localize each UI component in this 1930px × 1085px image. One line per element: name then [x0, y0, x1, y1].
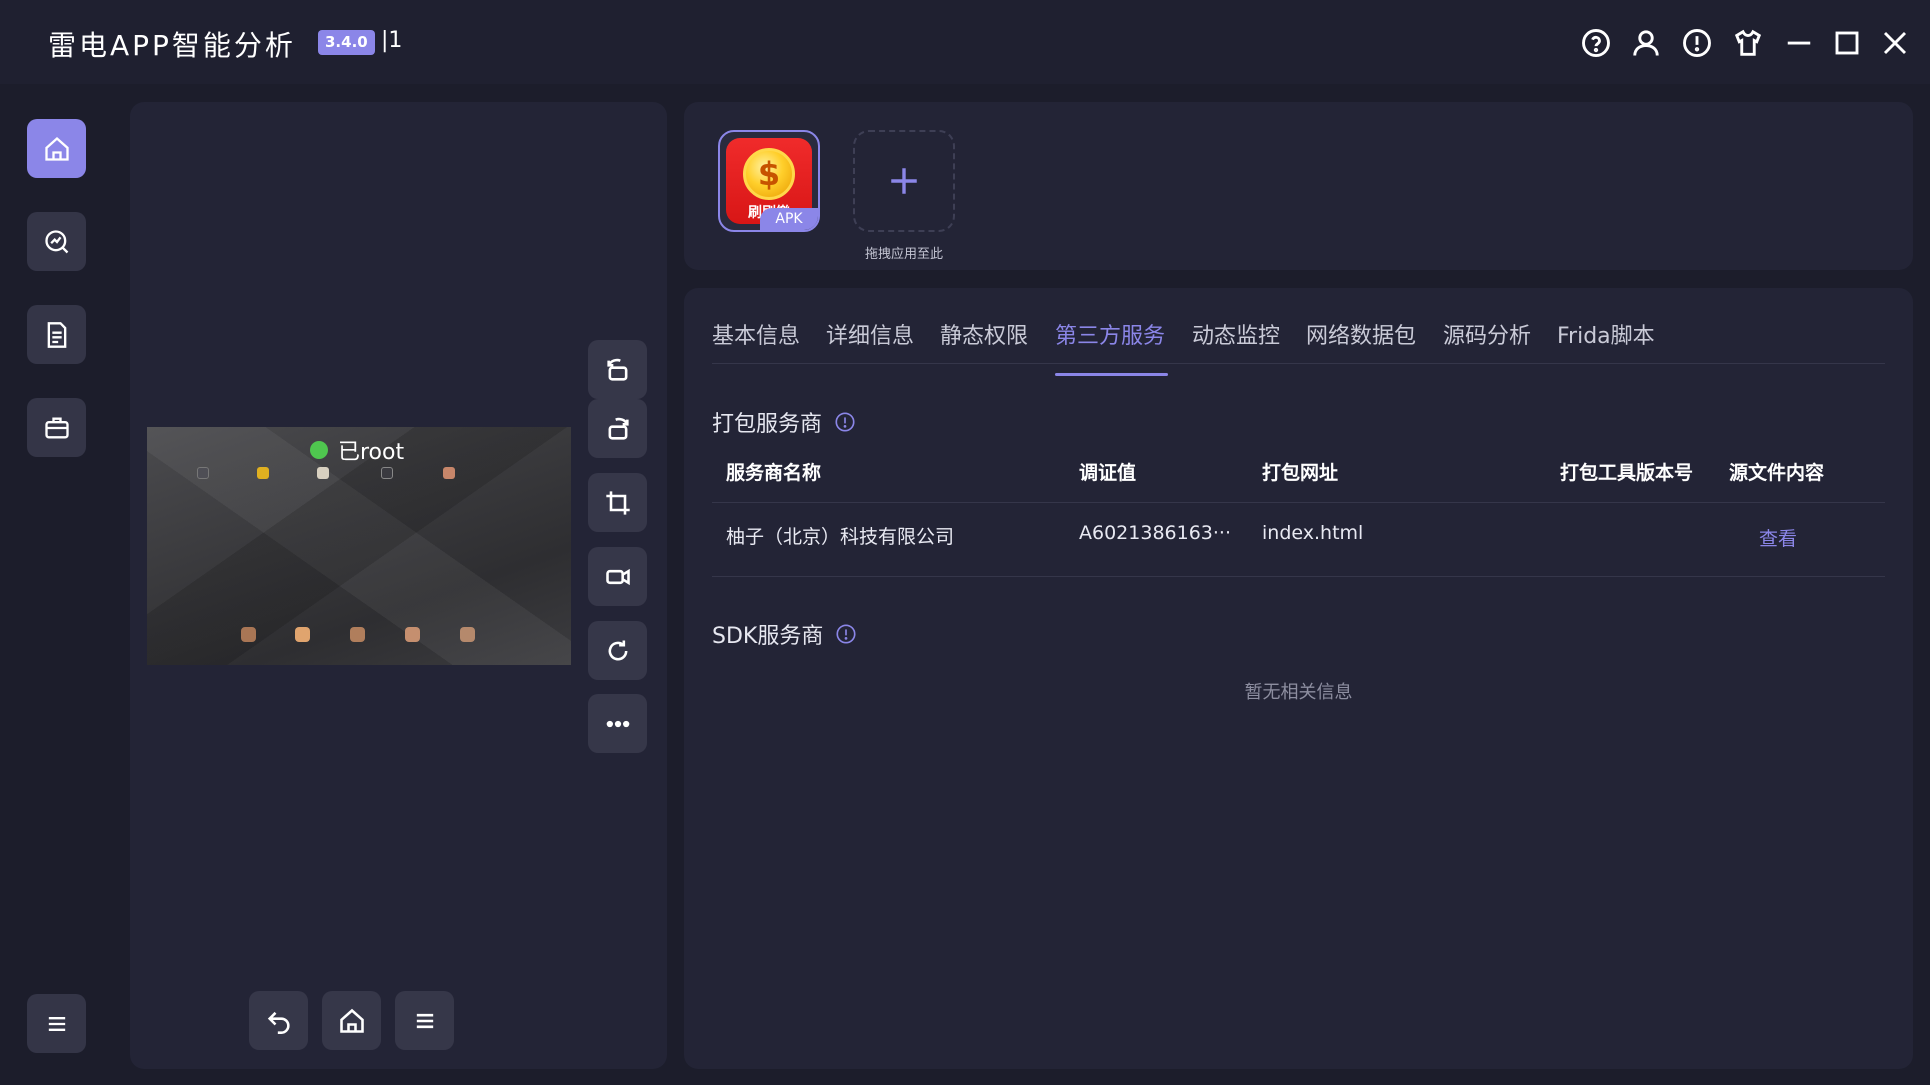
- plus-icon: [891, 168, 917, 194]
- help-icon[interactable]: [1579, 26, 1613, 60]
- app-strip: $ 刷刷樂 APK 拖拽应用至此: [684, 102, 1913, 270]
- home-icon: [44, 136, 69, 161]
- sdk-title-text: SDK服务商: [712, 624, 824, 649]
- column-header-tool-version: 打包工具版本号: [1560, 462, 1694, 484]
- info-icon[interactable]: [1680, 26, 1714, 60]
- nav-home-button[interactable]: [27, 119, 86, 178]
- url-cell: index.html: [1262, 522, 1364, 544]
- desktop-app-icon: [197, 467, 209, 479]
- more-button[interactable]: [588, 694, 647, 753]
- nav-report-button[interactable]: [27, 305, 86, 364]
- device-panel: 已root: [130, 102, 667, 1069]
- dock-app-icon: [350, 627, 365, 642]
- add-app-button[interactable]: [853, 130, 955, 232]
- dock-app-icon: [241, 627, 256, 642]
- chart-search-icon: [44, 229, 68, 253]
- table-divider: [712, 576, 1885, 577]
- refresh-button[interactable]: [588, 621, 647, 680]
- menu-icon: [416, 1013, 433, 1028]
- tab-network-packets[interactable]: 网络数据包: [1306, 318, 1416, 350]
- column-header-provider: 服务商名称: [726, 462, 822, 484]
- user-icon[interactable]: [1629, 26, 1663, 60]
- nav-analysis-button[interactable]: [27, 212, 86, 271]
- document-icon: [47, 321, 66, 348]
- desktop-app-icon: [317, 467, 329, 479]
- tab-basic-info[interactable]: 基本信息: [712, 318, 800, 350]
- info-icon[interactable]: [835, 623, 857, 645]
- sdk-section-title: SDK服务商: [712, 618, 857, 650]
- record-button[interactable]: [588, 547, 647, 606]
- tab-static-permissions[interactable]: 静态权限: [940, 318, 1028, 350]
- column-header-url: 打包网址: [1262, 462, 1339, 484]
- back-icon: [267, 1011, 290, 1034]
- more-icon: [606, 720, 629, 727]
- refresh-icon: [608, 640, 627, 660]
- close-icon[interactable]: [1878, 26, 1912, 60]
- root-status-label: 已root: [338, 440, 405, 465]
- version-badge: 3.4.0: [318, 30, 375, 55]
- column-header-source-content: 源文件内容: [1729, 462, 1825, 484]
- active-tab-indicator: [1055, 373, 1168, 376]
- content-panel: 基本信息 详细信息 静态权限 第三方服务 动态监控 网络数据包 源码分析 Fri…: [684, 288, 1913, 1069]
- packaging-section-title: 打包服务商: [712, 406, 856, 438]
- rotate-left-icon: [606, 358, 627, 381]
- dock-app-icon: [295, 627, 310, 642]
- rotate-right-button[interactable]: [588, 399, 647, 458]
- tab-source-analysis[interactable]: 源码分析: [1443, 318, 1531, 350]
- device-menu-button[interactable]: [395, 991, 454, 1050]
- desktop-app-icon: [381, 467, 393, 479]
- rotate-left-button[interactable]: [588, 340, 647, 399]
- root-status-dot: [310, 441, 328, 459]
- current-app-tile[interactable]: $ 刷刷樂 APK: [718, 130, 820, 232]
- dock-app-icon: [405, 627, 420, 642]
- packaging-title-text: 打包服务商: [712, 412, 823, 437]
- provider-name-cell: 柚子（北京）科技有限公司: [726, 526, 955, 548]
- empty-state-text: 暂无相关信息: [1244, 682, 1353, 703]
- instance-label: |1: [381, 28, 403, 53]
- column-header-evidence: 调证值: [1079, 462, 1137, 484]
- briefcase-icon: [44, 417, 69, 438]
- rotate-right-icon: [608, 417, 629, 440]
- home-icon: [339, 1008, 364, 1033]
- evidence-cell: A6021386163···: [1079, 522, 1231, 544]
- app-title: 雷电APP智能分析: [48, 29, 296, 62]
- table-divider: [712, 502, 1885, 503]
- shirt-icon[interactable]: [1731, 26, 1765, 60]
- nav-toolbox-button[interactable]: [27, 398, 86, 457]
- view-source-link[interactable]: 查看: [1759, 524, 1797, 551]
- device-back-button[interactable]: [249, 991, 308, 1050]
- record-icon: [605, 568, 630, 585]
- minimize-icon[interactable]: [1782, 26, 1816, 60]
- device-screen[interactable]: 已root: [147, 427, 571, 665]
- crop-button[interactable]: [588, 473, 647, 532]
- info-icon[interactable]: [834, 411, 856, 433]
- desktop-app-icon: [257, 467, 269, 479]
- root-status: 已root: [310, 434, 404, 466]
- tab-detail-info[interactable]: 详细信息: [826, 318, 914, 350]
- tab-frida-script[interactable]: Frida脚本: [1557, 318, 1655, 350]
- coin-icon: $: [743, 148, 795, 200]
- tab-bar: 基本信息 详细信息 静态权限 第三方服务 动态监控 网络数据包 源码分析 Fri…: [712, 318, 1885, 364]
- left-nav: [0, 84, 112, 1085]
- device-home-button[interactable]: [322, 991, 381, 1050]
- nav-menu-button[interactable]: [27, 994, 86, 1053]
- tab-dynamic-monitor[interactable]: 动态监控: [1192, 318, 1280, 350]
- tab-third-party-services[interactable]: 第三方服务: [1055, 318, 1165, 350]
- desktop-app-icon: [443, 467, 455, 479]
- menu-icon: [48, 1016, 65, 1031]
- dock-app-icon: [460, 627, 475, 642]
- drop-hint-label: 拖拽应用至此: [864, 247, 943, 262]
- apk-tag: APK: [760, 208, 818, 230]
- maximize-icon[interactable]: [1830, 26, 1864, 60]
- crop-icon: [605, 490, 630, 515]
- title-bar: 雷电APP智能分析 3.4.0 |1: [0, 0, 1930, 84]
